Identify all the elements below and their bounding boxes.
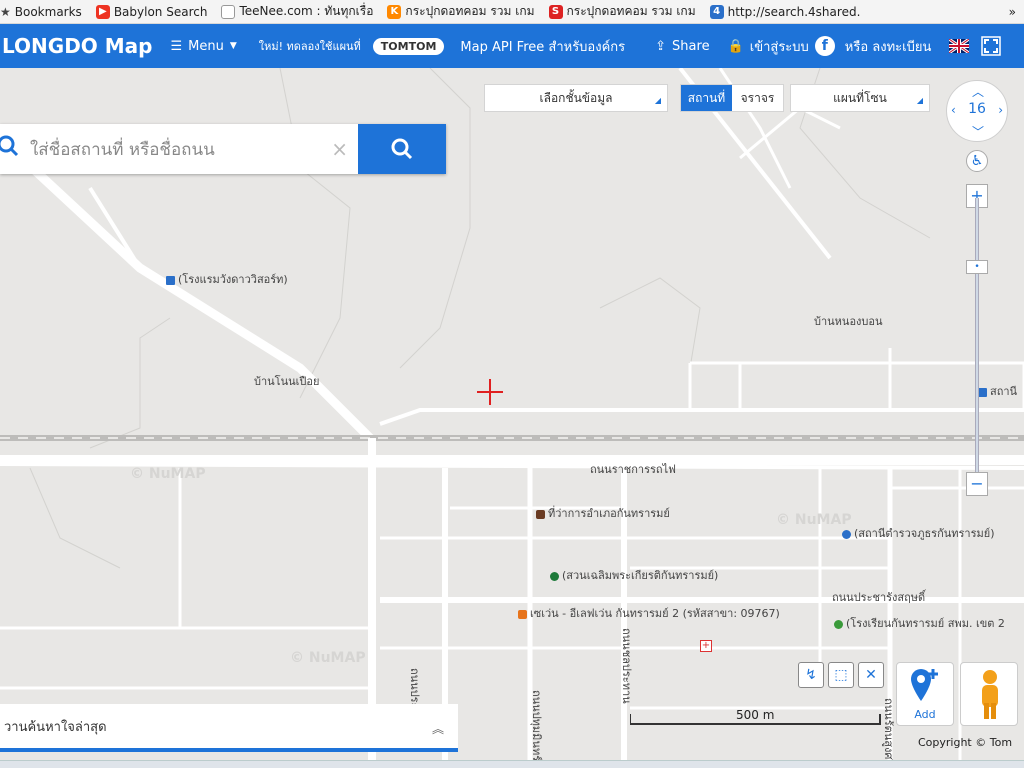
sanook-icon: S bbox=[548, 4, 563, 19]
youtube-icon: ▶ bbox=[95, 4, 110, 19]
search-input[interactable]: ใส่ชื่อสถานที่ หรือชื่อถนน × bbox=[0, 124, 358, 174]
fullscreen-icon[interactable] bbox=[981, 36, 1002, 56]
expand-chevron-icon[interactable]: ︽ bbox=[432, 720, 444, 737]
facebook-icon: f bbox=[814, 36, 835, 56]
measure-area-icon[interactable]: ⬚ bbox=[828, 662, 854, 688]
government-icon bbox=[536, 509, 545, 519]
place-traffic-toggle: สถานที่ จราจร bbox=[680, 84, 784, 112]
poi-police[interactable]: (สถานีตำรวจภูธรกันทรารมย์) bbox=[842, 524, 995, 542]
basemap-select[interactable]: แผนที่โซน ◢ bbox=[790, 84, 930, 112]
page-icon bbox=[221, 4, 236, 19]
bookmark-babylon[interactable]: ▶ Babylon Search bbox=[95, 4, 207, 19]
map-canvas[interactable]: © NuMAP © NuMAP © NuMAP (โรงแรมวังดาววิส… bbox=[0, 68, 1024, 768]
copyright-text: Copyright © Tom bbox=[918, 736, 1013, 749]
poi-hotel[interactable]: (โรงแรมวังดาววิสอร์ท) bbox=[166, 270, 288, 288]
poi-school[interactable]: (โรงเรียนกันทรารมย์ สพม. เขต 2 bbox=[834, 614, 1005, 632]
map-watermark: © NuMAP bbox=[290, 650, 366, 666]
pan-down-icon: ﹀ bbox=[972, 125, 985, 139]
status-bar bbox=[0, 760, 1024, 768]
road-label-v3: ถนนปทุมมินทร์ bbox=[530, 690, 543, 762]
dropdown-caret-icon: ◢ bbox=[654, 96, 661, 105]
search-icon bbox=[391, 138, 413, 160]
uk-flag-icon[interactable] bbox=[949, 39, 970, 53]
bookmarks-bar: ★ Bookmarks ▶ Babylon Search TeeNee.com : … bbox=[0, 0, 1024, 24]
search-box: ใส่ชื่อสถานที่ หรือชื่อถนน × bbox=[0, 124, 446, 174]
tomtom-badge: TOMTOM bbox=[372, 37, 445, 55]
add-pin-icon bbox=[911, 669, 938, 701]
app-header: LONGDO Map ☰ Menu ▼ ใหม่! ทดลองใช้แผนที่ TO… bbox=[0, 24, 1024, 68]
scale-bar: 500 m bbox=[630, 708, 890, 728]
hamburger-icon: ☰ bbox=[170, 38, 183, 54]
measure-line-icon[interactable]: ↯ bbox=[798, 662, 824, 688]
zoom-level: 16 bbox=[968, 101, 986, 117]
poi-station[interactable]: สถานี bbox=[978, 382, 1017, 400]
place-village-1: บ้านโนนเปือย bbox=[254, 375, 320, 388]
kapook-icon: K bbox=[387, 4, 402, 19]
tab-place[interactable]: สถานที่ bbox=[681, 85, 732, 111]
tab-traffic[interactable]: จราจร bbox=[732, 85, 783, 111]
lock-icon: 🔒 bbox=[727, 38, 744, 54]
app-logo[interactable]: LONGDO Map bbox=[2, 34, 152, 58]
search-icon bbox=[0, 135, 20, 163]
pegman-icon bbox=[982, 670, 998, 719]
share-button[interactable]: ⇪ Share bbox=[655, 39, 709, 54]
poi-seven-eleven[interactable]: เซเว่น - อีเลฟเว่น กันทรารมย์ 2 (รหัสสาข… bbox=[518, 604, 780, 622]
recent-searches-panel[interactable]: วานค้นหาใจล่าสุด ︽ bbox=[0, 704, 458, 752]
register-link[interactable]: หรือ ลงทะเบียน bbox=[845, 36, 932, 57]
street-view-button[interactable] bbox=[960, 662, 1018, 726]
share-icon: ⇪ bbox=[655, 38, 667, 54]
hotel-icon bbox=[166, 275, 175, 285]
pan-control[interactable]: ︿ ﹀ ‹ › 16 bbox=[946, 80, 1008, 142]
bookmarks-more-button[interactable]: » bbox=[1009, 5, 1016, 19]
api-link[interactable]: Map API Free สำหรับองค์กร bbox=[460, 36, 625, 57]
pan-up-icon: ︿ bbox=[972, 85, 985, 99]
caret-down-icon: ▼ bbox=[229, 41, 237, 51]
bookmark-teenee[interactable]: TeeNee.com : ทันทุกเรื่อ bbox=[221, 2, 373, 21]
zoom-slider[interactable] bbox=[975, 198, 979, 474]
dropdown-caret-icon: ◢ bbox=[916, 96, 923, 105]
search-button[interactable] bbox=[358, 124, 446, 174]
star-icon: ★ bbox=[0, 4, 11, 19]
road-label-rail: ถนนราชการรถไฟ bbox=[590, 463, 676, 476]
map-watermark: © NuMAP bbox=[776, 512, 852, 528]
poi-park[interactable]: (สวนเฉลิมพระเกียรติกันทรารมย์) bbox=[550, 566, 718, 584]
add-place-button[interactable]: Add bbox=[896, 662, 954, 726]
poi-district-office[interactable]: ที่ว่าการอำเภอกันทรารมย์ bbox=[536, 504, 670, 522]
4shared-icon: 4 bbox=[709, 4, 724, 19]
road-label-pracha: ถนนประชารังสฤษดิ์ bbox=[832, 591, 926, 604]
store-icon bbox=[518, 609, 527, 619]
clear-search-icon[interactable]: × bbox=[331, 137, 348, 161]
park-icon bbox=[550, 571, 559, 581]
bookmark-4shared[interactable]: 4 http://search.4shared. bbox=[709, 4, 860, 19]
login-button[interactable]: 🔒 เข้าสู่ระบบ f bbox=[728, 36, 835, 57]
tomtom-promo[interactable]: ใหม่! ทดลองใช้แผนที่ TOMTOM bbox=[259, 37, 445, 55]
zoom-slider-handle[interactable]: • bbox=[966, 260, 988, 274]
bookmark-kapook[interactable]: K กระปุกดอทคอม รวม เกม bbox=[387, 2, 535, 21]
accessibility-icon[interactable]: ♿ bbox=[966, 150, 988, 172]
menu-button[interactable]: ☰ Menu ▼ bbox=[170, 39, 236, 54]
center-crosshair-icon bbox=[477, 379, 503, 405]
police-icon bbox=[842, 529, 851, 539]
browser-window: ★ Bookmarks ▶ Babylon Search TeeNee.com : … bbox=[0, 0, 1024, 768]
map-watermark: © NuMAP bbox=[130, 466, 206, 482]
bookmark-sanook[interactable]: S กระปุกดอทคอม รวม เกม bbox=[548, 2, 696, 21]
place-village-2: บ้านหนองบอน bbox=[814, 315, 883, 328]
bookmark-bookmarks[interactable]: ★ Bookmarks bbox=[0, 5, 82, 19]
bus-icon bbox=[978, 387, 987, 397]
clear-tools-icon[interactable]: ✕ bbox=[858, 662, 884, 688]
hospital-icon[interactable]: + bbox=[700, 638, 712, 652]
layer-select[interactable]: เลือกชั้นข้อมูล ◢ bbox=[484, 84, 668, 112]
road-label-v2: ถนนชลประทาน bbox=[620, 628, 633, 704]
zoom-out-button[interactable]: − bbox=[966, 472, 988, 496]
school-icon bbox=[834, 619, 843, 629]
